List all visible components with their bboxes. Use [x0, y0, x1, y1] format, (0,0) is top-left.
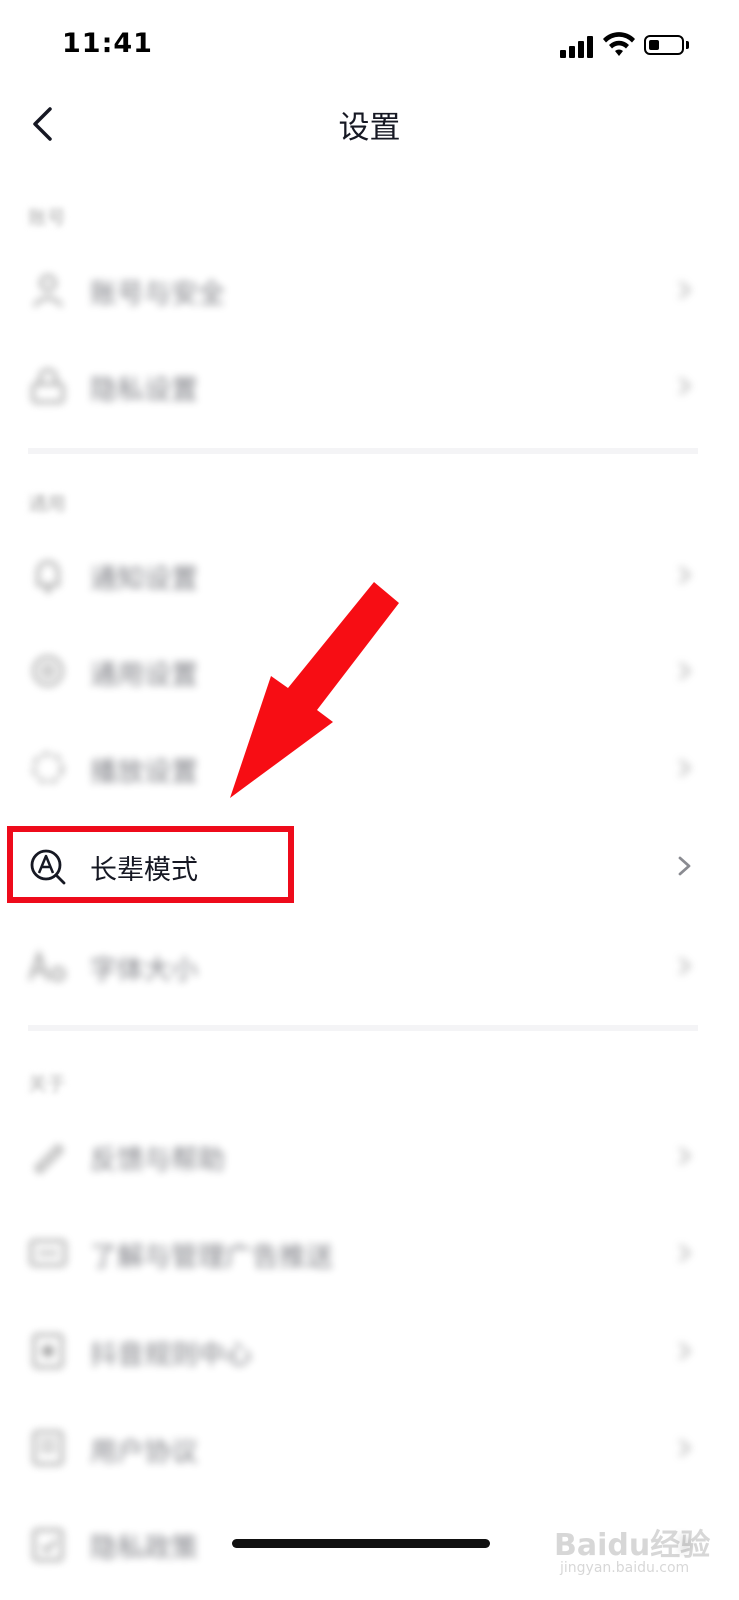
status-bar: 11:41: [0, 0, 739, 92]
settings-item-label: 通用设置: [90, 660, 198, 691]
user-icon: [32, 274, 64, 308]
chevron-right-icon: [679, 376, 692, 396]
settings-item-elder-mode[interactable]: 长辈模式: [0, 818, 739, 914]
feedback-icon: [33, 1143, 65, 1175]
chevron-right-icon: [679, 758, 692, 778]
chevron-right-icon: [679, 1341, 692, 1361]
settings-item-notifications[interactable]: 通知设置: [0, 527, 739, 623]
chevron-right-icon: [679, 280, 692, 300]
settings-item-label: 长辈模式: [90, 855, 198, 886]
settings-item-user-agreement[interactable]: 用户协议: [0, 1400, 739, 1496]
settings-item-label: 抖音规则中心: [90, 1340, 252, 1371]
font-size-icon: [28, 949, 66, 982]
page-title: 设置: [338, 110, 401, 146]
elder-mode-icon: [30, 849, 66, 885]
settings-item-rules-center[interactable]: 抖音规则中心: [0, 1303, 739, 1399]
settings-item-privacy[interactable]: 隐私设置: [0, 338, 739, 434]
settings-item-label: 通知设置: [90, 564, 198, 595]
settings-item-ad-preferences[interactable]: 了解与管理广告推送: [0, 1205, 739, 1301]
watermark-text: Baidu经验: [554, 1528, 711, 1563]
lock-icon: [31, 368, 65, 404]
settings-item-font-size[interactable]: 字体大小: [0, 918, 739, 1014]
baidu-watermark: Baidu经验 jingyan.baidu.com: [554, 1498, 710, 1578]
agreement-icon: [32, 1430, 64, 1466]
section-divider: [28, 1025, 698, 1031]
chevron-right-icon: [679, 956, 692, 976]
gear-icon: [32, 655, 64, 687]
chevron-right-icon: [679, 661, 692, 681]
chevron-right-icon: [679, 1146, 692, 1166]
settings-item-feedback[interactable]: 反馈与帮助: [0, 1108, 739, 1204]
section-label-about: 关于: [28, 1073, 67, 1095]
settings-item-label: 了解与管理广告推送: [90, 1242, 333, 1273]
cellular-signal-icon: [560, 36, 594, 58]
battery-icon: [644, 35, 684, 55]
chevron-right-icon: [679, 1243, 692, 1263]
settings-item-label: 隐私设置: [90, 375, 198, 406]
section-label-general: 通用: [28, 493, 67, 515]
nav-bar: 设置: [0, 92, 739, 156]
settings-item-label: 字体大小: [90, 955, 198, 986]
settings-item-label: 用户协议: [90, 1437, 198, 1468]
watermark-url: jingyan.baidu.com: [560, 1560, 690, 1576]
settings-item-account-security[interactable]: 账号与安全: [0, 242, 739, 338]
settings-item-label: 账号与安全: [90, 279, 225, 310]
status-time: 11:41: [62, 28, 153, 59]
settings-item-general[interactable]: 通用设置: [0, 623, 739, 719]
settings-item-playback[interactable]: 播放设置: [0, 720, 739, 816]
privacy-policy-icon: [32, 1528, 64, 1562]
chevron-right-icon: [679, 1438, 692, 1458]
bell-icon: [36, 560, 60, 593]
play-settings-icon: [32, 752, 64, 784]
chevron-right-icon: [678, 856, 691, 876]
settings-item-label: 播放设置: [90, 757, 198, 788]
settings-item-label: 反馈与帮助: [90, 1145, 225, 1176]
settings-item-label: 隐私政策: [90, 1533, 198, 1564]
section-divider: [28, 448, 698, 454]
wifi-icon: [603, 32, 635, 56]
section-label-account: 账号: [28, 207, 67, 229]
rules-icon: [32, 1333, 64, 1369]
home-indicator: [232, 1539, 490, 1548]
battery-cap: [686, 41, 689, 49]
chevron-right-icon: [679, 565, 692, 585]
ad-icon: [29, 1239, 67, 1267]
